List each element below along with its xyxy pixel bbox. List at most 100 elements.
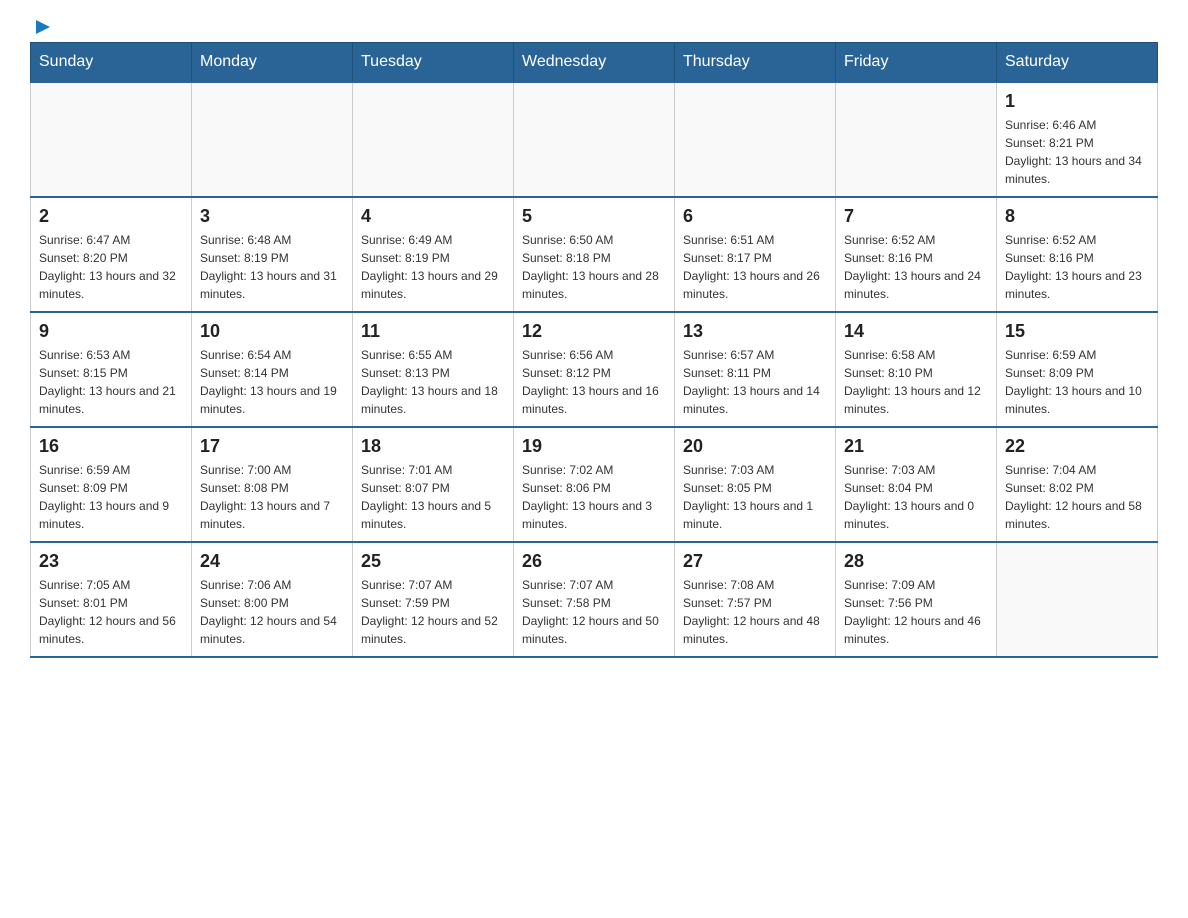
week-row-5: 23 Sunrise: 7:05 AM Sunset: 8:01 PM Dayli… <box>31 542 1158 657</box>
weekday-header-wednesday: Wednesday <box>514 43 675 83</box>
calendar-cell: 1 Sunrise: 6:46 AM Sunset: 8:21 PM Daylig… <box>997 82 1158 197</box>
day-info: Sunrise: 6:46 AM Sunset: 8:21 PM Dayligh… <box>1005 116 1149 188</box>
day-info: Sunrise: 7:07 AM Sunset: 7:59 PM Dayligh… <box>361 576 505 648</box>
day-number: 6 <box>683 206 827 227</box>
calendar-cell: 26 Sunrise: 7:07 AM Sunset: 7:58 PM Dayli… <box>514 542 675 657</box>
weekday-header-tuesday: Tuesday <box>353 43 514 83</box>
day-number: 22 <box>1005 436 1149 457</box>
calendar-cell: 23 Sunrise: 7:05 AM Sunset: 8:01 PM Dayli… <box>31 542 192 657</box>
week-row-2: 2 Sunrise: 6:47 AM Sunset: 8:20 PM Daylig… <box>31 197 1158 312</box>
day-info: Sunrise: 6:55 AM Sunset: 8:13 PM Dayligh… <box>361 346 505 418</box>
calendar-cell: 20 Sunrise: 7:03 AM Sunset: 8:05 PM Dayli… <box>675 427 836 542</box>
calendar-cell: 12 Sunrise: 6:56 AM Sunset: 8:12 PM Dayli… <box>514 312 675 427</box>
calendar-cell <box>997 542 1158 657</box>
day-number: 7 <box>844 206 988 227</box>
calendar-cell <box>675 82 836 197</box>
day-number: 25 <box>361 551 505 572</box>
day-info: Sunrise: 7:07 AM Sunset: 7:58 PM Dayligh… <box>522 576 666 648</box>
calendar-cell: 13 Sunrise: 6:57 AM Sunset: 8:11 PM Dayli… <box>675 312 836 427</box>
day-number: 10 <box>200 321 344 342</box>
weekday-header-row: SundayMondayTuesdayWednesdayThursdayFrid… <box>31 43 1158 83</box>
day-number: 21 <box>844 436 988 457</box>
logo <box>30 20 54 32</box>
day-number: 3 <box>200 206 344 227</box>
calendar-cell: 22 Sunrise: 7:04 AM Sunset: 8:02 PM Dayli… <box>997 427 1158 542</box>
day-number: 14 <box>844 321 988 342</box>
day-number: 20 <box>683 436 827 457</box>
calendar-cell: 3 Sunrise: 6:48 AM Sunset: 8:19 PM Daylig… <box>192 197 353 312</box>
day-info: Sunrise: 6:58 AM Sunset: 8:10 PM Dayligh… <box>844 346 988 418</box>
day-number: 12 <box>522 321 666 342</box>
day-number: 15 <box>1005 321 1149 342</box>
week-row-4: 16 Sunrise: 6:59 AM Sunset: 8:09 PM Dayli… <box>31 427 1158 542</box>
day-info: Sunrise: 7:09 AM Sunset: 7:56 PM Dayligh… <box>844 576 988 648</box>
calendar-cell: 14 Sunrise: 6:58 AM Sunset: 8:10 PM Dayli… <box>836 312 997 427</box>
day-number: 26 <box>522 551 666 572</box>
day-number: 8 <box>1005 206 1149 227</box>
day-number: 4 <box>361 206 505 227</box>
calendar-cell: 6Sunrise: 6:51 AM Sunset: 8:17 PM Daylig… <box>675 197 836 312</box>
calendar-cell: 27Sunrise: 7:08 AM Sunset: 7:57 PM Dayli… <box>675 542 836 657</box>
calendar-cell: 8 Sunrise: 6:52 AM Sunset: 8:16 PM Daylig… <box>997 197 1158 312</box>
day-info: Sunrise: 6:59 AM Sunset: 8:09 PM Dayligh… <box>39 461 183 533</box>
day-info: Sunrise: 6:52 AM Sunset: 8:16 PM Dayligh… <box>1005 231 1149 303</box>
weekday-header-thursday: Thursday <box>675 43 836 83</box>
calendar-cell: 18Sunrise: 7:01 AM Sunset: 8:07 PM Dayli… <box>353 427 514 542</box>
calendar-cell: 5 Sunrise: 6:50 AM Sunset: 8:18 PM Daylig… <box>514 197 675 312</box>
day-info: Sunrise: 6:53 AM Sunset: 8:15 PM Dayligh… <box>39 346 183 418</box>
day-number: 27 <box>683 551 827 572</box>
weekday-header-sunday: Sunday <box>31 43 192 83</box>
calendar-cell: 15 Sunrise: 6:59 AM Sunset: 8:09 PM Dayli… <box>997 312 1158 427</box>
day-info: Sunrise: 6:59 AM Sunset: 8:09 PM Dayligh… <box>1005 346 1149 418</box>
calendar-cell: 19 Sunrise: 7:02 AM Sunset: 8:06 PM Dayli… <box>514 427 675 542</box>
day-info: Sunrise: 7:03 AM Sunset: 8:04 PM Dayligh… <box>844 461 988 533</box>
day-info: Sunrise: 6:56 AM Sunset: 8:12 PM Dayligh… <box>522 346 666 418</box>
calendar-cell <box>514 82 675 197</box>
day-info: Sunrise: 6:47 AM Sunset: 8:20 PM Dayligh… <box>39 231 183 303</box>
calendar-cell <box>836 82 997 197</box>
day-info: Sunrise: 6:48 AM Sunset: 8:19 PM Dayligh… <box>200 231 344 303</box>
logo-arrow-icon <box>32 16 54 38</box>
day-info: Sunrise: 6:52 AM Sunset: 8:16 PM Dayligh… <box>844 231 988 303</box>
day-info: Sunrise: 7:06 AM Sunset: 8:00 PM Dayligh… <box>200 576 344 648</box>
calendar-table: SundayMondayTuesdayWednesdayThursdayFrid… <box>30 42 1158 658</box>
weekday-header-saturday: Saturday <box>997 43 1158 83</box>
day-info: Sunrise: 6:57 AM Sunset: 8:11 PM Dayligh… <box>683 346 827 418</box>
week-row-3: 9Sunrise: 6:53 AM Sunset: 8:15 PM Daylig… <box>31 312 1158 427</box>
calendar-cell: 21 Sunrise: 7:03 AM Sunset: 8:04 PM Dayli… <box>836 427 997 542</box>
day-number: 19 <box>522 436 666 457</box>
calendar-cell: 28 Sunrise: 7:09 AM Sunset: 7:56 PM Dayli… <box>836 542 997 657</box>
day-info: Sunrise: 6:50 AM Sunset: 8:18 PM Dayligh… <box>522 231 666 303</box>
calendar-cell: 4 Sunrise: 6:49 AM Sunset: 8:19 PM Daylig… <box>353 197 514 312</box>
calendar-cell <box>31 82 192 197</box>
day-info: Sunrise: 6:49 AM Sunset: 8:19 PM Dayligh… <box>361 231 505 303</box>
day-info: Sunrise: 7:03 AM Sunset: 8:05 PM Dayligh… <box>683 461 827 533</box>
day-info: Sunrise: 7:02 AM Sunset: 8:06 PM Dayligh… <box>522 461 666 533</box>
day-number: 24 <box>200 551 344 572</box>
day-info: Sunrise: 6:54 AM Sunset: 8:14 PM Dayligh… <box>200 346 344 418</box>
day-number: 17 <box>200 436 344 457</box>
day-number: 5 <box>522 206 666 227</box>
day-number: 28 <box>844 551 988 572</box>
day-info: Sunrise: 7:00 AM Sunset: 8:08 PM Dayligh… <box>200 461 344 533</box>
day-number: 2 <box>39 206 183 227</box>
page-header <box>30 20 1158 32</box>
calendar-cell: 25 Sunrise: 7:07 AM Sunset: 7:59 PM Dayli… <box>353 542 514 657</box>
calendar-cell <box>353 82 514 197</box>
calendar-cell: 2 Sunrise: 6:47 AM Sunset: 8:20 PM Daylig… <box>31 197 192 312</box>
day-number: 16 <box>39 436 183 457</box>
calendar-cell: 7 Sunrise: 6:52 AM Sunset: 8:16 PM Daylig… <box>836 197 997 312</box>
day-number: 23 <box>39 551 183 572</box>
calendar-cell: 9Sunrise: 6:53 AM Sunset: 8:15 PM Daylig… <box>31 312 192 427</box>
day-number: 11 <box>361 321 505 342</box>
day-info: Sunrise: 7:04 AM Sunset: 8:02 PM Dayligh… <box>1005 461 1149 533</box>
weekday-header-friday: Friday <box>836 43 997 83</box>
day-number: 1 <box>1005 91 1149 112</box>
calendar-cell: 16 Sunrise: 6:59 AM Sunset: 8:09 PM Dayli… <box>31 427 192 542</box>
calendar-cell <box>192 82 353 197</box>
calendar-cell: 17 Sunrise: 7:00 AM Sunset: 8:08 PM Dayli… <box>192 427 353 542</box>
calendar-cell: 10 Sunrise: 6:54 AM Sunset: 8:14 PM Dayli… <box>192 312 353 427</box>
day-info: Sunrise: 7:05 AM Sunset: 8:01 PM Dayligh… <box>39 576 183 648</box>
day-number: 13 <box>683 321 827 342</box>
day-info: Sunrise: 7:01 AM Sunset: 8:07 PM Dayligh… <box>361 461 505 533</box>
